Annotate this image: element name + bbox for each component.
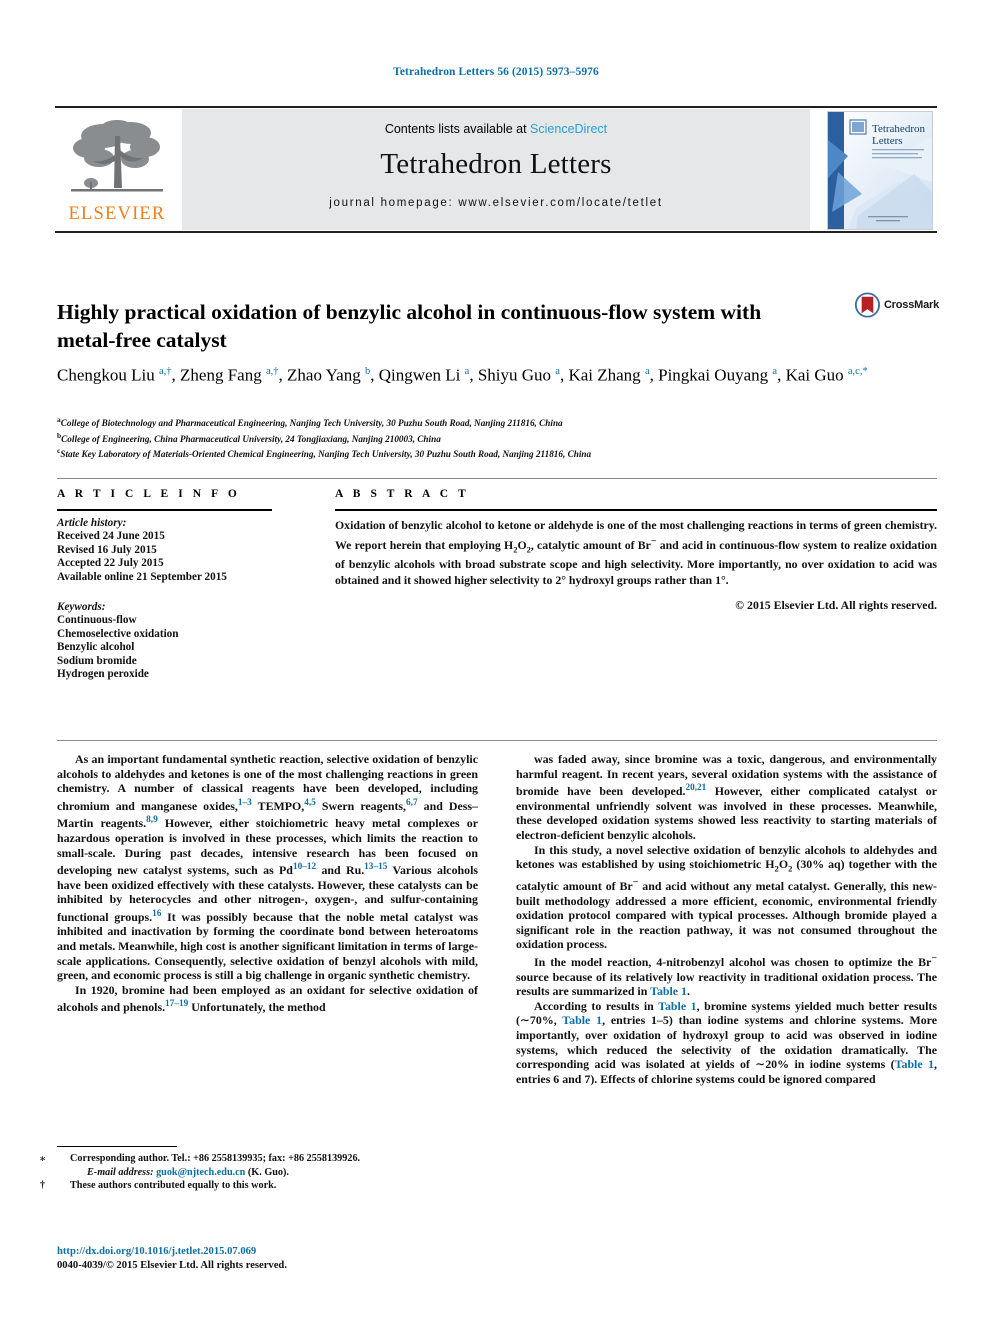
keywords-label: Keywords: — [57, 601, 106, 614]
crossmark-label: CrossMark — [883, 299, 939, 311]
body-paragraph: According to results in Table 1, bromine… — [516, 998, 938, 1086]
affiliation-list: aCollege of Biotechnology and Pharmaceut… — [57, 414, 937, 461]
email-suffix: (K. Guo). — [247, 1166, 289, 1178]
footnote-corresponding-text: Corresponding author. Tel.: +86 25581399… — [70, 1153, 361, 1164]
body-paragraph: In the model reaction, 4-nitrobenzyl alc… — [516, 953, 937, 999]
article-info-column: A R T I C L E I N F O Article history: R… — [57, 488, 272, 681]
keyword-item: Continuous-flow — [57, 614, 137, 627]
journal-homepage[interactable]: journal homepage: www.elsevier.com/locat… — [182, 197, 810, 209]
email-link[interactable]: guok@njtech.edu.cn — [156, 1167, 245, 1178]
elsevier-wordmark: ELSEVIER — [68, 204, 166, 224]
abstract-heading-rule — [335, 509, 937, 511]
body-paragraph: In this study, a novel selective oxidati… — [516, 842, 937, 952]
footnote-mark-corresponding: ⁎ — [40, 1153, 46, 1164]
crossmark-icon — [855, 292, 880, 318]
body-paragraph: was faded away, since bromine was a toxi… — [516, 752, 938, 842]
doi-link[interactable]: http://dx.doi.org/10.1016/j.tetlet.2015.… — [57, 1245, 517, 1259]
body-paragraph: In 1920, bromine had been employed as an… — [57, 982, 478, 1015]
crossmark-badge[interactable]: CrossMark — [855, 287, 939, 323]
article-info-heading-rule — [57, 509, 272, 511]
elsevier-tree-icon — [71, 120, 163, 192]
svg-text:Letters: Letters — [872, 135, 903, 147]
infoband-rule-bottom — [57, 740, 937, 741]
abstract-heading: A B S T R A C T — [335, 488, 470, 500]
infoband-rule-top — [57, 478, 937, 479]
keywords-block: Keywords: Continuous-flow Chemoselective… — [57, 601, 272, 681]
footnotes-block: ⁎ Corresponding author. Tel.: +86 2558139… — [40, 1152, 478, 1193]
article-info-heading: A R T I C L E I N F O — [57, 488, 241, 500]
footnote-equal-contribution: † These authors contributed equally to th… — [40, 1179, 478, 1193]
body-column-right: was faded away, since bromine was a toxi… — [516, 752, 937, 1086]
body-column-left: As an important fundamental synthetic re… — [57, 752, 478, 1015]
keyword-item: Chemoselective oxidation — [57, 627, 179, 640]
issn-copyright-line: 0040-4039/© 2015 Elsevier Ltd. All right… — [57, 1259, 287, 1271]
abstract-column: A B S T R A C T Oxidation of benzylic al… — [335, 488, 937, 613]
journal-cover-thumbnail: Tetrahedron Letters — [827, 111, 933, 230]
cover-artwork-icon: Tetrahedron Letters — [828, 112, 932, 229]
keyword-item: Benzylic alcohol — [57, 641, 135, 654]
contents-prefix: Contents lists available at — [384, 122, 531, 136]
article-history-label: Article history: — [57, 517, 127, 529]
article-history: Article history: Received 24 June 2015 R… — [57, 517, 272, 584]
footnote-rule — [57, 1146, 177, 1147]
article-page: Tetrahedron Letters 56 (2015) 5973–5976 — [0, 0, 992, 1323]
abstract-text: Oxidation of benzylic alcohol to ketone … — [335, 518, 937, 588]
email-label: E-mail address: — [87, 1166, 154, 1178]
footnote-equal-text: These authors contributed equally to thi… — [70, 1180, 277, 1192]
body-paragraph: As an important fundamental synthetic re… — [57, 752, 479, 983]
footnote-corresponding: ⁎ Corresponding author. Tel.: +86 2558139… — [40, 1152, 478, 1179]
abstract-copyright: © 2015 Elsevier Ltd. All rights reserved… — [735, 597, 937, 612]
article-history-received: Received 24 June 2015 — [57, 530, 165, 543]
masthead-rule-top — [55, 106, 937, 108]
affiliation-item: cState Key Laboratory of Materials-Orien… — [57, 446, 592, 460]
masthead-center-block: Contents lists available at ScienceDirec… — [182, 109, 810, 230]
svg-text:Tetrahedron: Tetrahedron — [872, 123, 925, 135]
journal-masthead: ELSEVIER Contents lists available at Sci… — [55, 106, 937, 233]
elsevier-logo: ELSEVIER — [61, 114, 173, 226]
journal-title: Tetrahedron Letters — [380, 148, 612, 180]
colophon-block: http://dx.doi.org/10.1016/j.tetlet.2015.… — [57, 1245, 517, 1272]
article-history-online: Available online 21 September 2015 — [57, 570, 227, 583]
keyword-item: Hydrogen peroxide — [57, 668, 149, 681]
article-history-accepted: Accepted 22 July 2015 — [57, 557, 164, 570]
author-list: Chengkou Liu a,†, Zheng Fang a,†, Zhao Y… — [57, 365, 868, 385]
sciencedirect-link[interactable]: ScienceDirect — [530, 122, 607, 136]
affiliation-item: bCollege of Engineering, China Pharmaceu… — [57, 430, 441, 444]
page-title: Highly practical oxidation of benzylic a… — [57, 300, 762, 353]
affiliation-item: aCollege of Biotechnology and Pharmaceut… — [57, 415, 563, 429]
article-history-revised: Revised 16 July 2015 — [57, 543, 157, 556]
running-head: Tetrahedron Letters 56 (2015) 5973–5976 — [393, 66, 599, 78]
footnote-mark-equal: † — [40, 1180, 46, 1192]
contents-line: Contents lists available at ScienceDirec… — [182, 122, 810, 136]
keyword-item: Sodium bromide — [57, 654, 137, 667]
masthead-rule-bottom — [55, 231, 937, 233]
